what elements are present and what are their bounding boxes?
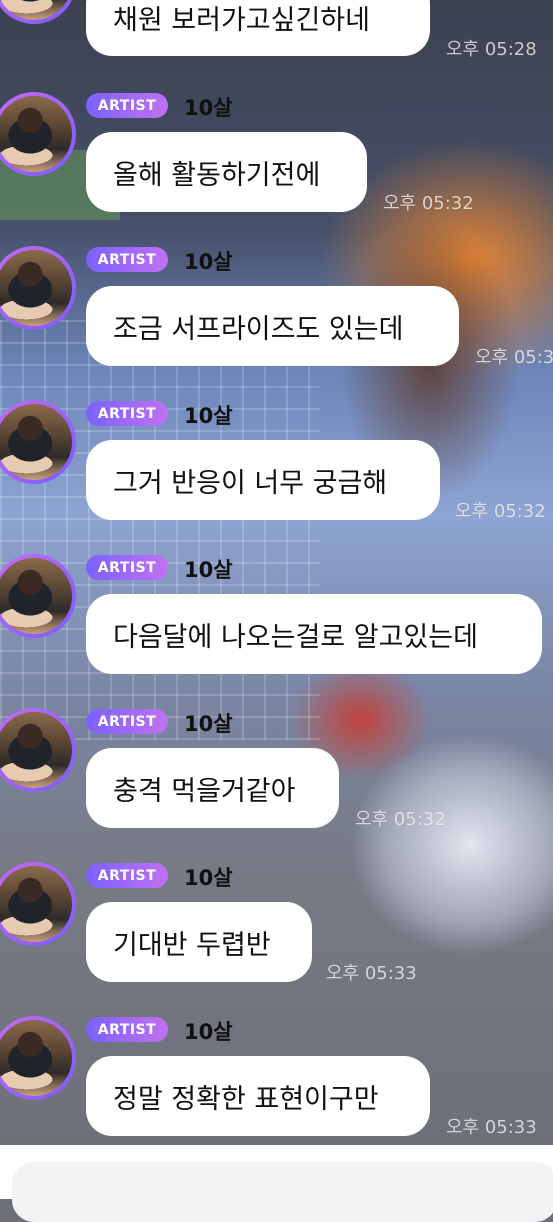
message-text: 조금 서프라이즈도 있는데 bbox=[113, 313, 404, 345]
sender-name: 10살 bbox=[184, 866, 233, 890]
sender-name: 10살 bbox=[184, 712, 233, 736]
message-bubble[interactable]: 충격 먹을거같아 bbox=[86, 748, 339, 828]
sender-name: 10살 bbox=[184, 96, 233, 120]
sender-name: 10살 bbox=[184, 558, 233, 582]
message-time: 오후 05:28 bbox=[446, 39, 537, 60]
artist-badge: ARTIST bbox=[86, 555, 168, 580]
message-time: 오후 05:32 bbox=[383, 193, 474, 214]
sender-name: 10살 bbox=[184, 404, 233, 428]
message-bubble[interactable]: 그거 반응이 너무 궁금해 bbox=[86, 440, 440, 520]
message-text: 충격 먹을거같아 bbox=[113, 775, 296, 807]
message-bubble[interactable]: 올해 활동하기전에 bbox=[86, 132, 367, 212]
sender-name: 10살 bbox=[184, 250, 233, 274]
message-bubble[interactable]: 조금 서프라이즈도 있는데 bbox=[86, 286, 459, 366]
message-time: 오후 05:33 bbox=[446, 1117, 537, 1138]
artist-badge: ARTIST bbox=[86, 93, 168, 118]
message-bubble[interactable]: 다음달에 나오는걸로 알고있는데 bbox=[86, 594, 542, 674]
artist-badge: ARTIST bbox=[86, 401, 168, 426]
artist-badge: ARTIST bbox=[86, 709, 168, 734]
message-bubble[interactable]: 기대반 두렵반 bbox=[86, 902, 312, 982]
message-text: 올해 활동하기전에 bbox=[113, 159, 321, 191]
message-time: 오후 05:33 bbox=[326, 963, 417, 984]
message-text: 그거 반응이 너무 궁금해 bbox=[113, 467, 388, 499]
artist-badge: ARTIST bbox=[86, 1017, 168, 1042]
message-bubble[interactable]: 채원 보러가고싶긴하네 bbox=[86, 0, 430, 56]
message-text: 기대반 두렵반 bbox=[113, 929, 271, 961]
message-time: 오후 05:32 bbox=[355, 809, 446, 830]
message-text: 다음달에 나오는걸로 알고있는데 bbox=[113, 621, 478, 653]
input-bar bbox=[0, 1145, 553, 1222]
sender-name: 10살 bbox=[184, 1020, 233, 1044]
artist-badge: ARTIST bbox=[86, 863, 168, 888]
message-input[interactable] bbox=[12, 1162, 553, 1222]
artist-badge: ARTIST bbox=[86, 247, 168, 272]
message-text: 채원 보러가고싶긴하네 bbox=[113, 4, 370, 36]
message-time: 오후 05:32 bbox=[455, 501, 546, 522]
message-time: 오후 05:3 bbox=[475, 347, 553, 368]
message-bubble[interactable]: 정말 정확한 표현이구만 bbox=[86, 1056, 430, 1136]
message-text: 정말 정확한 표현이구만 bbox=[113, 1083, 379, 1115]
